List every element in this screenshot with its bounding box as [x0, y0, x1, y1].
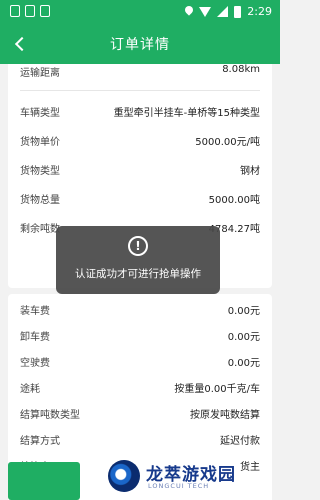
toast-text: 认证成功才可进行抢单操作 [75, 268, 201, 280]
row-label: 货物类型 [20, 166, 60, 177]
watermark-logo-icon [108, 460, 140, 492]
location-icon [185, 6, 193, 17]
exclamation-circle-icon: ! [128, 236, 148, 256]
detail-row: 空驶费 0.00元 [20, 348, 260, 374]
page-title: 订单详情 [110, 37, 170, 53]
row-value: 5000.00元/吨 [195, 137, 260, 148]
app-notification-icon [25, 5, 35, 17]
status-left-icons [10, 5, 50, 17]
detail-row: 运输距离 8.08km [20, 64, 260, 84]
row-value: 延迟付款 [220, 436, 260, 447]
detail-row: 卸车费 0.00元 [20, 322, 260, 348]
status-right-icons: 2:29 [185, 5, 272, 18]
row-value: 0.00元 [227, 358, 260, 369]
row-value: 按原发吨数结算 [190, 410, 260, 421]
row-label: 结算方式 [20, 436, 60, 447]
row-label: 空驶费 [20, 358, 50, 369]
detail-row: 结算方式 延迟付款 [20, 426, 260, 452]
row-label: 剩余吨数 [20, 224, 60, 235]
row-value: 8.08km [222, 64, 260, 75]
row-label: 卸车费 [20, 332, 50, 343]
detail-row: 结算吨数类型 按原发吨数结算 [20, 400, 260, 426]
detail-row: 途耗 按重量0.00千克/车 [20, 374, 260, 400]
row-label: 车辆类型 [20, 108, 60, 119]
row-value: 5000.00吨 [208, 195, 260, 206]
toast-message: ! 认证成功才可进行抢单操作 [56, 226, 220, 294]
detail-row: 货物单价 5000.00元/吨 [20, 127, 260, 153]
status-bar: 2:29 [0, 0, 280, 24]
row-value: 0.00元 [227, 332, 260, 343]
battery-icon [234, 5, 242, 18]
row-label: 运输距离 [20, 68, 60, 79]
row-label: 结算吨数类型 [20, 410, 80, 421]
watermark-sub: LONGCUI TECH [148, 482, 210, 490]
screen: 2:29 订单详情 运输距离 8.08km 车辆类型 重型牵引半挂车-单桥等15… [0, 0, 280, 500]
detail-row: 货物总量 5000.00吨 [20, 185, 260, 211]
row-label: 途耗 [20, 384, 40, 395]
row-label: 装车费 [20, 306, 50, 317]
watermark: 龙萃游戏园 LONGCUI TECH [100, 452, 280, 500]
app-notification-icon [10, 5, 20, 17]
wifi-icon [199, 6, 212, 17]
status-time: 2:29 [247, 5, 272, 18]
app-header: 订单详情 [0, 24, 280, 64]
signal-icon [217, 6, 229, 17]
detail-row: 货物类型 钢材 [20, 156, 260, 182]
row-value: 0.00元 [227, 306, 260, 317]
divider [20, 90, 260, 91]
detail-row: 装车费 0.00元 [20, 296, 260, 322]
grab-order-button[interactable] [8, 462, 80, 500]
row-value: 钢材 [240, 166, 260, 177]
detail-row: 车辆类型 重型牵引半挂车-单桥等15种类型 [20, 98, 260, 124]
row-value: 按重量0.00千克/车 [174, 384, 260, 395]
row-label: 货物单价 [20, 137, 60, 148]
text-icon [40, 5, 50, 17]
row-label: 货物总量 [20, 195, 60, 206]
row-value: 重型牵引半挂车-单桥等15种类型 [113, 108, 260, 119]
